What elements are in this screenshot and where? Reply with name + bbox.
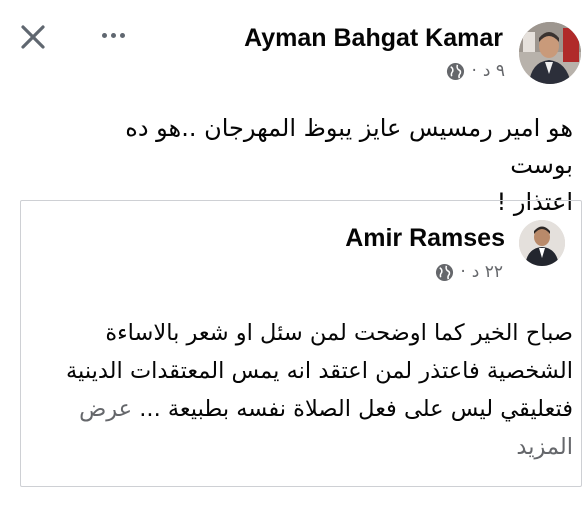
more-options-button[interactable] xyxy=(96,25,130,45)
avatar-photo xyxy=(519,220,565,266)
globe-icon xyxy=(436,263,454,281)
shared-post-meta: · ٢٢ د xyxy=(435,262,503,282)
avatar-photo xyxy=(519,22,581,84)
more-dot xyxy=(110,32,116,38)
close-icon xyxy=(21,25,45,49)
post-meta: · ٩ د xyxy=(446,61,505,81)
globe-icon xyxy=(447,62,465,80)
post-author-name[interactable]: Ayman Bahgat Kamar xyxy=(244,24,503,53)
shared-post-text-line-content: فتعليقي ليس على فعل الصلاة نفسه بطبيعة .… xyxy=(139,396,573,422)
shared-post-timestamp[interactable]: ٢٢ د xyxy=(472,262,503,282)
shared-post-text-line: الشخصية فاعتذر لمن اعتقد انه يمس المعتقد… xyxy=(65,358,573,384)
shared-post-author-name[interactable]: Amir Ramses xyxy=(345,224,505,253)
post-text-line: هو امير رمسيس عايز يبوظ المهرجان ..هو ده… xyxy=(125,114,573,179)
shared-post-separator: · xyxy=(460,262,466,282)
shared-post-body: صباح الخير كما اوضحت لمن سئل او شعر بالا… xyxy=(48,314,573,466)
more-horizontal-icon xyxy=(101,32,107,38)
post-timestamp[interactable]: ٩ د xyxy=(483,61,505,81)
post-separator: · xyxy=(471,61,477,81)
more-dot xyxy=(119,32,125,38)
post-author-avatar[interactable] xyxy=(519,22,581,84)
shared-post-author-avatar[interactable] xyxy=(519,220,565,266)
shared-post-text-line: فتعليقي ليس على فعل الصلاة نفسه بطبيعة .… xyxy=(48,390,573,466)
shared-post-text-line: صباح الخير كما اوضحت لمن سئل او شعر بالا… xyxy=(105,320,573,346)
close-button[interactable] xyxy=(18,22,48,52)
